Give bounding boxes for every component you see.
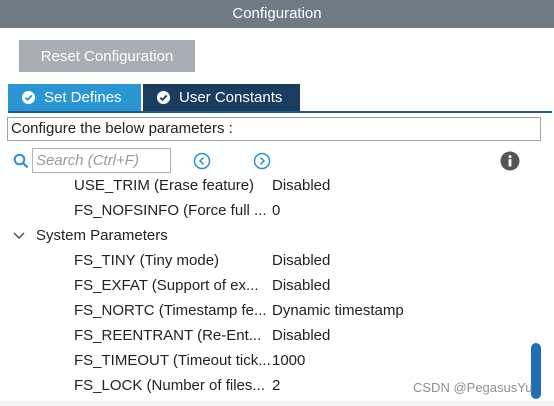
watermark: CSDN @PegasusYu [413,380,533,395]
param-value: Dynamic timestamp [272,302,404,319]
panel-title: Configuration [0,0,554,28]
param-value: Disabled [272,277,331,294]
bottom-edge [0,401,554,406]
param-name: FS_NORTC (Timestamp fe... [74,302,267,319]
param-name: USE_TRIM (Erase feature) [74,177,255,194]
param-name: FS_NOFSINFO (Force full ... [74,202,267,219]
param-row-use-trim[interactable]: USE_TRIM (Erase feature) Disabled [0,173,525,198]
reset-configuration-button[interactable]: Reset Configuration [19,40,195,72]
tab-label: Set Defines [44,89,122,106]
param-value: 1000 [272,352,306,369]
param-row-fs-tiny[interactable]: FS_TINY (Tiny mode) Disabled [0,248,525,273]
param-row-fs-exfat[interactable]: FS_EXFAT (Support of ex... Disabled [0,273,525,298]
param-name: FS_REENTRANT (Re-Ent... [74,327,262,344]
group-label: System Parameters [36,227,168,244]
param-value: Disabled [272,177,331,194]
param-name: FS_TINY (Tiny mode) [74,252,220,269]
tab-set-defines[interactable]: Set Defines [8,84,141,111]
nav-next-icon[interactable] [253,152,271,170]
param-row-fs-nortc[interactable]: FS_NORTC (Timestamp fe... Dynamic timest… [0,298,525,323]
param-name: FS_EXFAT (Support of ex... [74,277,259,294]
param-name: FS_LOCK (Number of files... [74,377,265,394]
search-input[interactable] [32,148,171,173]
param-value: Disabled [272,327,331,344]
param-row-fs-reentrant[interactable]: FS_REENTRANT (Re-Ent... Disabled [0,323,525,348]
tab-label: User Constants [179,89,283,106]
param-row-fs-timeout[interactable]: FS_TIMEOUT (Timeout tick... 1000 [0,348,525,373]
parameters-description: Configure the below parameters : [7,117,541,141]
group-system-parameters[interactable]: System Parameters [0,223,525,248]
param-value: 0 [272,202,281,219]
param-row-fs-nofsinfo[interactable]: FS_NOFSINFO (Force full ... 0 [0,198,525,223]
tab-user-constants[interactable]: User Constants [143,84,300,111]
info-icon[interactable] [500,151,520,171]
chevron-down-icon [13,232,25,239]
tab-bar: Set Defines User Constants [8,84,552,113]
param-value: 2 [272,377,281,394]
scrollbar-thumb[interactable] [531,343,541,399]
param-name: FS_TIMEOUT (Timeout tick... [74,352,271,369]
param-value: Disabled [272,252,331,269]
nav-prev-icon[interactable] [193,152,211,170]
search-icon [13,153,29,169]
check-circle-icon [21,90,36,105]
check-circle-icon [156,90,171,105]
